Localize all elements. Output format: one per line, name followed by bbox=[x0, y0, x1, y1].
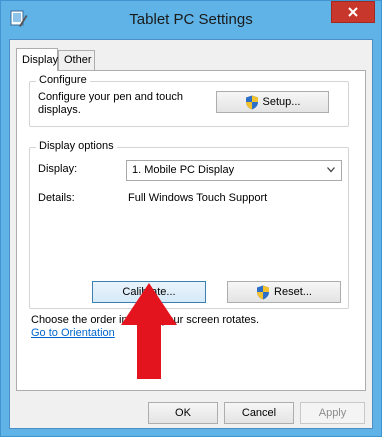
configure-description: Configure your pen and touch displays. bbox=[38, 91, 183, 116]
reset-button-label: Reset... bbox=[274, 286, 312, 298]
apply-button[interactable]: Apply bbox=[300, 402, 365, 424]
red-up-arrow-icon bbox=[121, 283, 177, 379]
go-to-orientation-link[interactable]: Go to Orientation bbox=[31, 327, 115, 339]
close-icon bbox=[348, 7, 358, 17]
cancel-button-label: Cancel bbox=[241, 407, 277, 419]
uac-shield-icon bbox=[245, 95, 258, 109]
setup-button[interactable]: Setup... bbox=[216, 91, 329, 113]
tab-display[interactable]: Display bbox=[16, 48, 58, 71]
chevron-down-icon bbox=[327, 167, 335, 173]
apply-button-label: Apply bbox=[318, 407, 347, 419]
details-label: Details: bbox=[38, 192, 75, 204]
display-label: Display: bbox=[38, 163, 78, 175]
ok-button-label: OK bbox=[175, 407, 191, 419]
close-button[interactable] bbox=[331, 1, 375, 23]
tablet-pc-settings-window: Tablet PC Settings Display Other Configu… bbox=[0, 0, 382, 437]
dialog-client-area: Display Other Configure Configure your p… bbox=[9, 39, 373, 429]
display-select-value: 1. Mobile PC Display bbox=[132, 164, 235, 176]
cancel-button[interactable]: Cancel bbox=[224, 402, 294, 424]
tab-other[interactable]: Other bbox=[58, 50, 95, 70]
ok-button[interactable]: OK bbox=[148, 402, 218, 424]
display-options-legend: Display options bbox=[36, 140, 117, 152]
window-title: Tablet PC Settings bbox=[129, 11, 253, 28]
configure-group: Configure Configure your pen and touch d… bbox=[29, 74, 349, 127]
title-bar[interactable]: Tablet PC Settings bbox=[1, 1, 381, 39]
display-options-group: Display options Display: 1. Mobile PC Di… bbox=[29, 140, 349, 309]
setup-button-label: Setup... bbox=[262, 96, 301, 108]
details-value: Full Windows Touch Support bbox=[128, 192, 268, 204]
display-select[interactable]: 1. Mobile PC Display bbox=[126, 160, 342, 181]
uac-shield-icon bbox=[257, 285, 270, 299]
reset-button[interactable]: Reset... bbox=[227, 281, 341, 303]
display-tab-panel: Configure Configure your pen and touch d… bbox=[16, 70, 366, 391]
configure-legend: Configure bbox=[36, 74, 90, 86]
